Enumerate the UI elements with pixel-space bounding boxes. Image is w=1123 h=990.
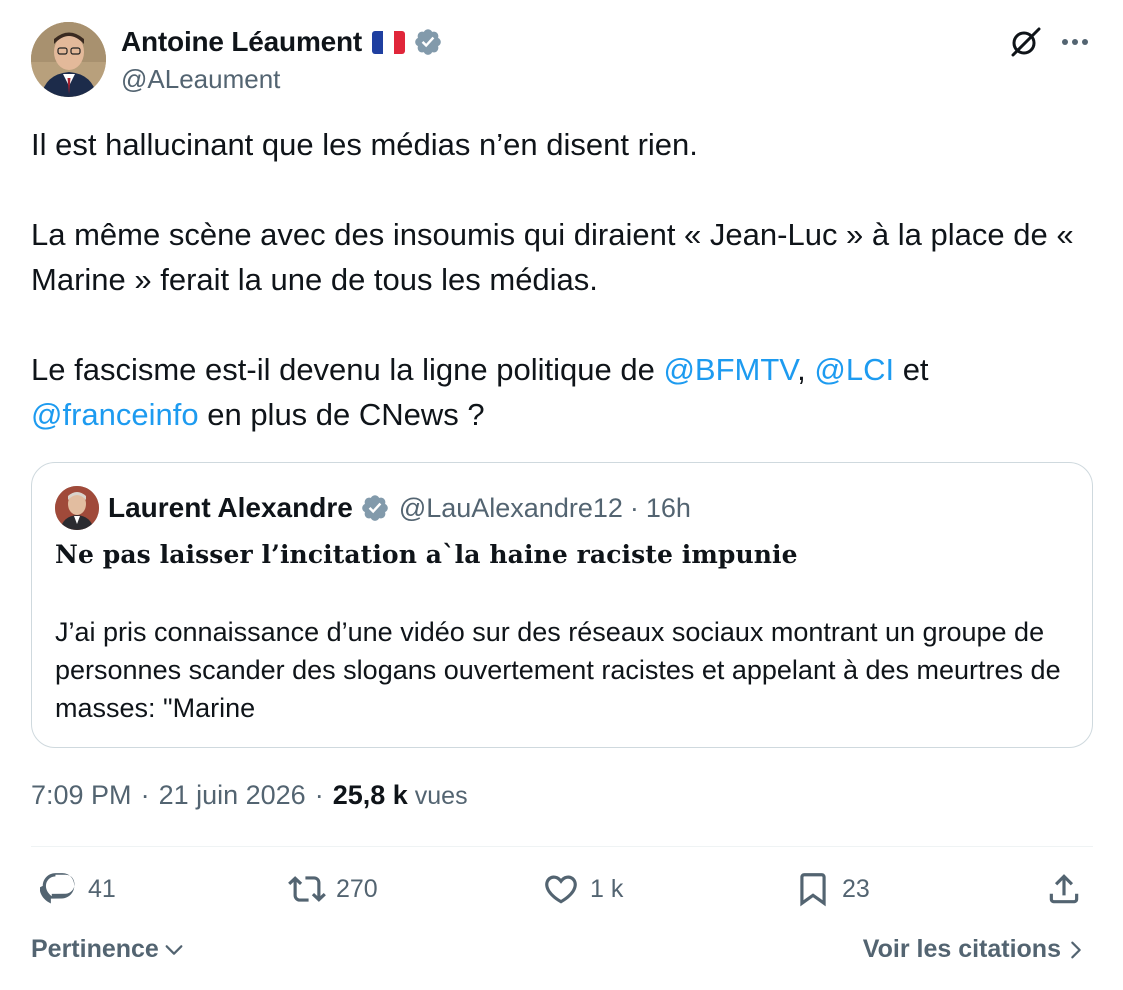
tweet-paragraph-3: Le fascisme est-il devenu la ligne polit… <box>31 352 664 387</box>
bookmark-icon <box>800 873 826 907</box>
meta-separator: · <box>314 780 324 810</box>
bookmark-button[interactable]: 23 <box>794 870 870 908</box>
author-avatar[interactable] <box>31 22 106 97</box>
author-handle[interactable]: @ALeaument <box>121 64 280 95</box>
quoted-tweet-card[interactable]: Laurent Alexandre @LauAlexandre12 · 16h … <box>31 462 1093 748</box>
author-name-row: Antoine Léaument <box>121 26 443 58</box>
reply-count: 41 <box>88 874 116 903</box>
tweet-meta: 7:09 PM · 21 juin 2026 · 25,8 k vues <box>31 780 468 811</box>
views-label: vues <box>414 782 468 810</box>
like-button[interactable]: 1 k <box>542 870 623 908</box>
chevron-down-icon <box>165 944 183 955</box>
quoted-author-name: Laurent Alexandre <box>108 492 353 523</box>
quoted-tweet-title: Ne pas laisser l’incitation a`la haine r… <box>55 540 798 569</box>
view-quotes-link[interactable]: Voir les citations <box>863 935 1087 964</box>
verified-badge-icon <box>362 495 388 521</box>
sort-dropdown[interactable]: Pertinence <box>31 935 185 964</box>
tweet-paragraph-1: Il est hallucinant que les médias n’en d… <box>31 127 698 162</box>
repost-count: 270 <box>336 874 378 903</box>
chevron-right-icon <box>1071 941 1081 958</box>
quoted-separator: · <box>629 492 639 523</box>
france-flag-icon <box>372 30 406 54</box>
quoted-author-avatar[interactable] <box>55 486 99 530</box>
tweet-paragraph-2: La même scène avec des insoumis qui dira… <box>31 217 1083 297</box>
quoted-tweet-header: Laurent Alexandre @LauAlexandre12 · 16h <box>55 485 691 531</box>
tweet-text: Il est hallucinant que les médias n’en d… <box>31 122 1101 437</box>
tweet-paragraph-3-mid: et <box>894 352 929 387</box>
mention-lci[interactable]: @LCI <box>814 352 894 387</box>
sort-label: Pertinence <box>31 935 159 963</box>
quoted-author-handle: @LauAlexandre12 <box>398 492 623 523</box>
bookmark-count: 23 <box>842 874 870 903</box>
quoted-timestamp: 16h <box>645 492 691 523</box>
meta-separator: · <box>140 780 150 810</box>
like-count: 1 k <box>590 874 624 903</box>
tweet-time[interactable]: 7:09 PM <box>31 780 132 811</box>
more-options-icon[interactable] <box>1057 28 1093 56</box>
share-icon[interactable] <box>1045 870 1083 908</box>
tweet-header: Antoine Léaument @ALeaument <box>31 22 1093 100</box>
mention-bfmtv[interactable]: @BFMTV <box>663 352 797 387</box>
grok-icon[interactable] <box>1007 24 1043 60</box>
mention-franceinfo[interactable]: @franceinfo <box>31 397 199 432</box>
repost-icon <box>288 876 326 902</box>
repost-button[interactable]: 270 <box>288 870 378 908</box>
tweet-comma: , <box>797 352 815 387</box>
reply-button[interactable]: 41 <box>40 870 116 908</box>
heart-icon <box>545 875 577 904</box>
quoted-tweet-body: J’ai pris connaissance d’une vidéo sur d… <box>55 617 1061 723</box>
author-display-name[interactable]: Antoine Léaument <box>121 26 362 58</box>
views-count: 25,8 k <box>332 780 408 810</box>
view-quotes-label: Voir les citations <box>862 935 1061 963</box>
tweet-date[interactable]: 21 juin 2026 <box>159 780 306 811</box>
tweet-paragraph-3-end: en plus de CNews ? <box>198 397 485 432</box>
divider <box>31 846 1093 847</box>
reply-icon <box>40 873 75 904</box>
verified-badge-icon <box>415 29 441 55</box>
